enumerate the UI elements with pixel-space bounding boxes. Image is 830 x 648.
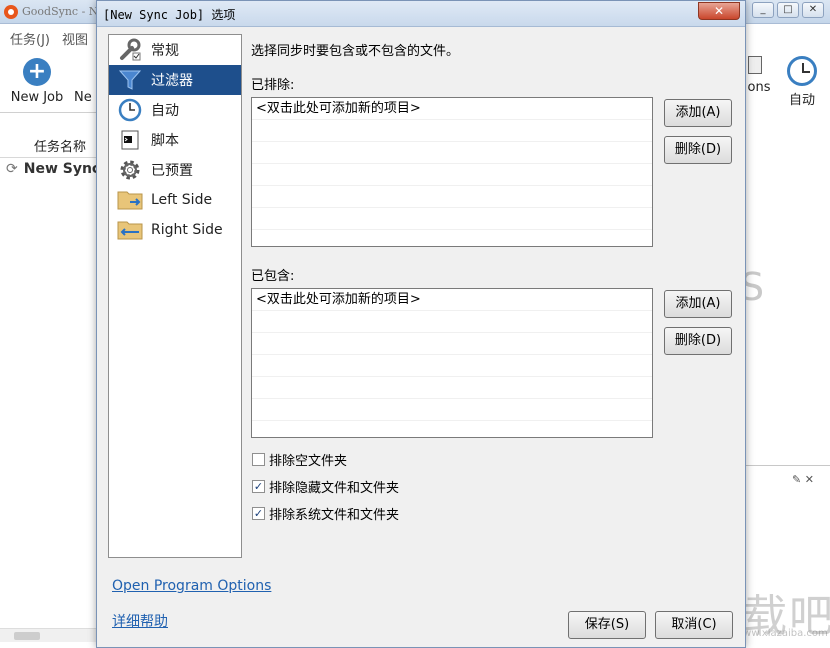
nav-item-preset-label: 已预置 bbox=[151, 163, 193, 179]
options-button[interactable]: ons bbox=[744, 56, 774, 95]
exclude-system-files-label: 排除系统文件和文件夹 bbox=[269, 508, 400, 523]
excluded-label: 已排除: bbox=[251, 78, 295, 93]
excluded-delete-button[interactable]: 删除(D) bbox=[664, 136, 732, 164]
exclude-hidden-files-label: 排除隐藏文件和文件夹 bbox=[269, 481, 400, 496]
job-list-item[interactable]: ⟳ New Sync bbox=[6, 161, 100, 177]
menu-view[interactable]: 视图 bbox=[62, 29, 88, 48]
included-delete-button[interactable]: 删除(D) bbox=[664, 327, 732, 355]
excluded-list-empty-row bbox=[252, 120, 652, 142]
close-main-button[interactable]: ✕ bbox=[802, 2, 824, 18]
main-window-controls: _ □ ✕ bbox=[752, 2, 824, 18]
nav-item-preset[interactable]: 已预置 bbox=[109, 155, 241, 185]
save-button[interactable]: 保存(S) bbox=[568, 611, 646, 639]
menu-job[interactable]: 任务(J) bbox=[10, 29, 50, 48]
nav-item-script-label: 脚本 bbox=[151, 133, 179, 149]
new-job-button[interactable]: + New Job bbox=[6, 58, 68, 105]
excluded-list-empty-row bbox=[252, 164, 652, 186]
folder-left-icon bbox=[113, 187, 147, 213]
excluded-list-empty-row bbox=[252, 142, 652, 164]
help-link[interactable]: 详细帮助 bbox=[112, 611, 168, 631]
maximize-button[interactable]: □ bbox=[777, 2, 799, 18]
goodsync-logo-icon bbox=[4, 5, 18, 19]
exclude-empty-folders-option[interactable]: 排除空文件夹 bbox=[252, 450, 347, 469]
auto-button[interactable]: 自动 bbox=[784, 56, 820, 108]
dialog-title: [New Sync Job] 选项 bbox=[103, 8, 236, 22]
clock-icon bbox=[113, 97, 147, 123]
gear-icon bbox=[113, 157, 147, 183]
task-name-header[interactable]: 任务名称 bbox=[0, 136, 100, 158]
filter-intro-text: 选择同步时要包含或不包含的文件。 bbox=[251, 44, 460, 59]
excluded-list-item[interactable]: <双击此处可添加新的项目> bbox=[252, 98, 652, 120]
included-list[interactable]: <双击此处可添加新的项目> bbox=[251, 288, 653, 438]
nav-item-filter[interactable]: 过滤器 bbox=[109, 65, 241, 95]
options-label: ons bbox=[747, 80, 771, 95]
options-dialog: [New Sync Job] 选项 ✕ 常规 过滤器 自动 脚本 已预置 Lef… bbox=[96, 0, 746, 648]
nav-item-left-side[interactable]: Left Side bbox=[109, 185, 241, 215]
task-name-header-label: 任务名称 bbox=[34, 140, 87, 155]
exclude-system-files-checkbox[interactable]: ✓ bbox=[252, 507, 265, 520]
main-menubar: 任务(J) 视图 bbox=[0, 26, 88, 50]
auto-label: 自动 bbox=[788, 93, 815, 108]
nav-item-auto[interactable]: 自动 bbox=[109, 95, 241, 125]
included-label: 已包含: bbox=[251, 269, 295, 284]
included-add-button[interactable]: 添加(A) bbox=[664, 290, 732, 318]
exclude-hidden-files-option[interactable]: ✓ 排除隐藏文件和文件夹 bbox=[252, 477, 399, 496]
wrench-icon bbox=[113, 37, 147, 63]
excluded-list-empty-row bbox=[252, 186, 652, 208]
right-panel-divider bbox=[744, 465, 830, 466]
job-list-item-label: New Sync bbox=[23, 161, 101, 177]
scrollbar-thumb[interactable] bbox=[14, 632, 40, 640]
pin-icon[interactable]: ✎ ✕ bbox=[792, 473, 814, 486]
nav-item-script[interactable]: 脚本 bbox=[109, 125, 241, 155]
included-list-empty-row bbox=[252, 333, 652, 355]
horizontal-scrollbar[interactable] bbox=[0, 628, 98, 642]
included-list-empty-row bbox=[252, 355, 652, 377]
nav-item-right-side[interactable]: Right Side bbox=[109, 215, 241, 245]
excluded-list-empty-row bbox=[252, 208, 652, 230]
excluded-add-button[interactable]: 添加(A) bbox=[664, 99, 732, 127]
included-list-empty-row bbox=[252, 311, 652, 333]
new-job-label: New Job bbox=[10, 90, 64, 105]
nav-item-auto-label: 自动 bbox=[151, 103, 179, 119]
exclude-empty-folders-checkbox[interactable] bbox=[252, 453, 265, 466]
exclude-empty-folders-label: 排除空文件夹 bbox=[269, 454, 348, 469]
toolbar-item-partial-label: Ne bbox=[74, 90, 92, 105]
included-list-empty-row bbox=[252, 377, 652, 399]
options-checklist-icon bbox=[748, 56, 762, 74]
nav-item-right-side-label: Right Side bbox=[151, 222, 223, 238]
dialog-close-button[interactable]: ✕ bbox=[698, 2, 740, 20]
options-nav-panel: 常规 过滤器 自动 脚本 已预置 Left Side Right Side bbox=[108, 34, 242, 558]
excluded-list[interactable]: <双击此处可添加新的项目> bbox=[251, 97, 653, 247]
filter-icon bbox=[113, 67, 147, 93]
nav-item-left-side-label: Left Side bbox=[151, 192, 213, 208]
nav-item-filter-label: 过滤器 bbox=[151, 73, 193, 89]
nav-item-general[interactable]: 常规 bbox=[109, 35, 241, 65]
exclude-system-files-option[interactable]: ✓ 排除系统文件和文件夹 bbox=[252, 504, 399, 523]
minimize-button[interactable]: _ bbox=[752, 2, 774, 18]
dialog-titlebar[interactable]: [New Sync Job] 选项 ✕ bbox=[97, 1, 745, 27]
included-list-item[interactable]: <双击此处可添加新的项目> bbox=[252, 289, 652, 311]
script-icon bbox=[113, 127, 147, 153]
open-program-options-link[interactable]: Open Program Options bbox=[112, 578, 271, 594]
exclude-hidden-files-checkbox[interactable]: ✓ bbox=[252, 480, 265, 493]
toolbar-item-partial[interactable]: Ne bbox=[74, 90, 98, 105]
sync-icon: ⟳ bbox=[6, 161, 18, 177]
plus-icon: + bbox=[23, 58, 51, 86]
nav-item-general-label: 常规 bbox=[151, 43, 179, 59]
folder-right-icon bbox=[113, 217, 147, 243]
included-list-empty-row bbox=[252, 399, 652, 421]
clock-icon bbox=[787, 56, 817, 86]
cancel-button[interactable]: 取消(C) bbox=[655, 611, 733, 639]
watermark-url: www.xiazaiba.com bbox=[735, 628, 828, 639]
toolbar-divider bbox=[0, 112, 100, 113]
main-window-title: GoodSync - N bbox=[22, 5, 99, 18]
